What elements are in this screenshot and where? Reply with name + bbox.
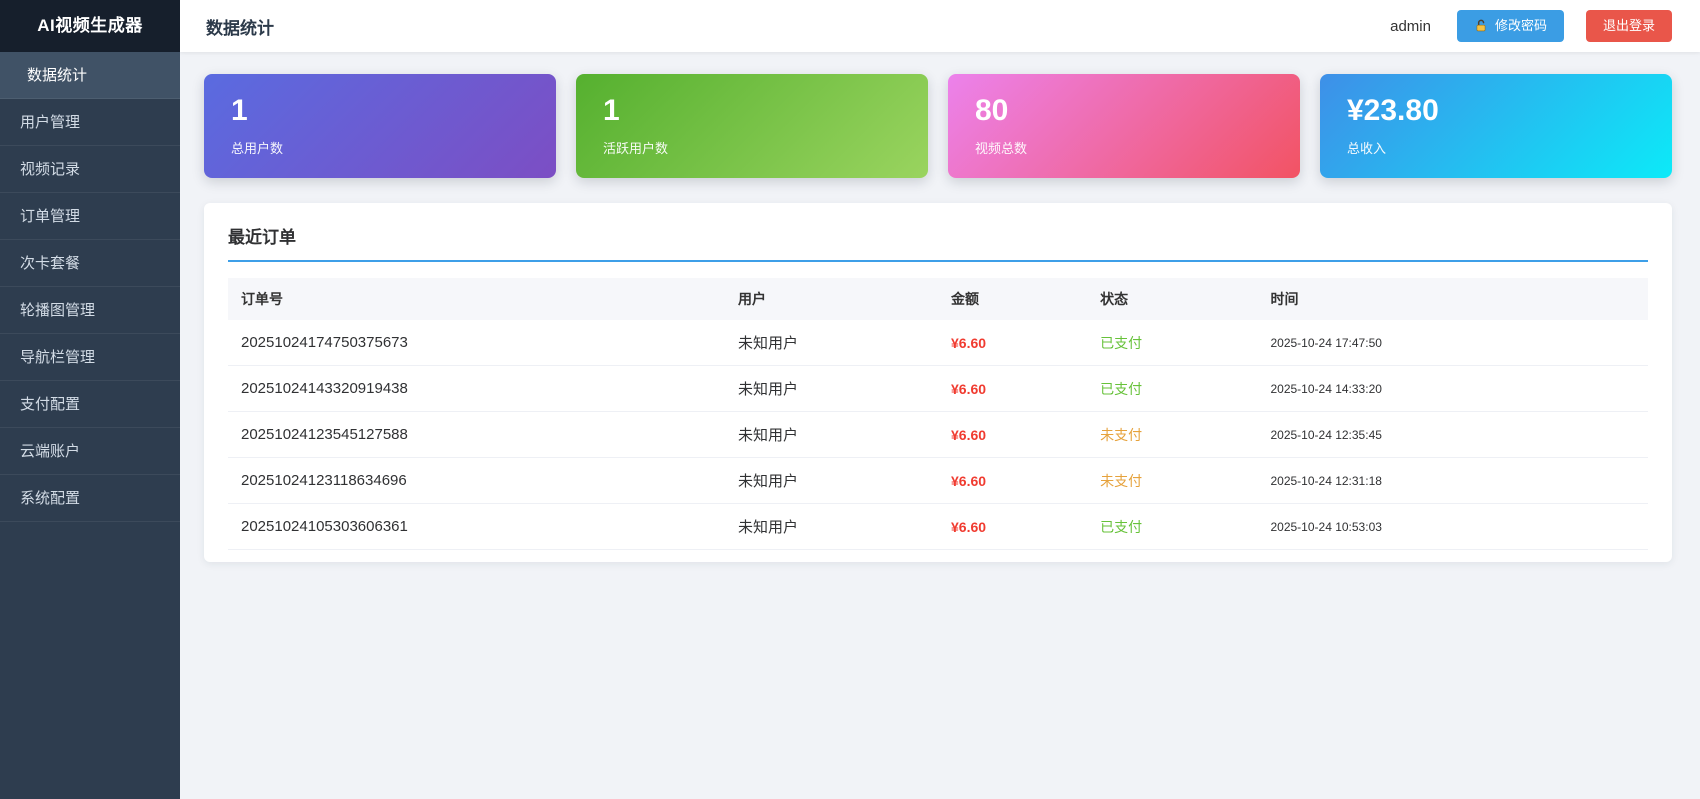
topbar: 数据统计 admin 修改密码 退出登录 (180, 0, 1700, 52)
cell-time: 2025-10-24 10:53:03 (1257, 504, 1648, 550)
table-row: 20251024123545127588未知用户¥6.60未支付2025-10-… (228, 412, 1648, 458)
cell-time: 2025-10-24 17:47:50 (1257, 320, 1648, 366)
app-logo: AI视频生成器 (0, 0, 180, 52)
cell-time: 2025-10-24 12:31:18 (1257, 458, 1648, 504)
cell-amount: ¥6.60 (938, 366, 1087, 412)
cell-amount: ¥6.60 (938, 412, 1087, 458)
lock-icon (1474, 19, 1488, 33)
stat-cards-row: 1 总用户数 1 活跃用户数 80 视频总数 ¥23.80 总收入 (204, 74, 1672, 178)
cell-order-no: 20251024123118634696 (228, 458, 725, 504)
cell-user: 未知用户 (725, 320, 938, 366)
recent-orders-title: 最近订单 (228, 223, 1648, 262)
topbar-right: admin 修改密码 退出登录 (1390, 10, 1672, 42)
sidebar-item-banners[interactable]: 轮播图管理 (0, 287, 180, 334)
username: admin (1390, 18, 1431, 35)
column-header-user: 用户 (725, 278, 938, 320)
logout-button[interactable]: 退出登录 (1586, 10, 1672, 42)
stat-card-total-users: 1 总用户数 (204, 74, 556, 178)
sidebar-item-navbar[interactable]: 导航栏管理 (0, 334, 180, 381)
cell-amount: ¥6.60 (938, 458, 1087, 504)
logout-label: 退出登录 (1603, 18, 1655, 34)
cell-order-no: 20251024143320919438 (228, 366, 725, 412)
table-row: 20251024105303606361未知用户¥6.60已支付2025-10-… (228, 504, 1648, 550)
cell-status: 已支付 (1087, 504, 1257, 550)
orders-table: 订单号 用户 金额 状态 时间 20251024174750375673未知用户… (228, 278, 1648, 550)
sidebar-item-card-packages[interactable]: 次卡套餐 (0, 240, 180, 287)
orders-table-wrap: 订单号 用户 金额 状态 时间 20251024174750375673未知用户… (228, 278, 1648, 550)
stat-value: 1 (603, 95, 901, 127)
cell-order-no: 20251024174750375673 (228, 320, 725, 366)
cell-time: 2025-10-24 12:35:45 (1257, 412, 1648, 458)
content: 1 总用户数 1 活跃用户数 80 视频总数 ¥23.80 总收入 最近订单 订单号 用户 金… (180, 52, 1700, 562)
cell-user: 未知用户 (725, 458, 938, 504)
sidebar-item-video-records[interactable]: 视频记录 (0, 146, 180, 193)
cell-status: 已支付 (1087, 320, 1257, 366)
stat-card-active-users: 1 活跃用户数 (576, 74, 928, 178)
cell-user: 未知用户 (725, 412, 938, 458)
stat-value: 80 (975, 95, 1273, 127)
sidebar-item-stats[interactable]: 数据统计 (0, 52, 180, 99)
cell-status: 未支付 (1087, 412, 1257, 458)
stat-label: 总收入 (1347, 138, 1645, 157)
sidebar-item-system-config[interactable]: 系统配置 (0, 475, 180, 522)
cell-status: 未支付 (1087, 458, 1257, 504)
cell-amount: ¥6.60 (938, 320, 1087, 366)
sidebar-item-orders[interactable]: 订单管理 (0, 193, 180, 240)
cell-user: 未知用户 (725, 504, 938, 550)
change-password-button[interactable]: 修改密码 (1457, 10, 1564, 42)
sidebar: AI视频生成器 数据统计用户管理视频记录订单管理次卡套餐轮播图管理导航栏管理支付… (0, 0, 180, 799)
main-area: 数据统计 admin 修改密码 退出登录 1 总用户数 1 活跃用户数 80 视频总数 ¥2… (180, 0, 1700, 799)
stat-card-total-revenue: ¥23.80 总收入 (1320, 74, 1672, 178)
column-header-order-no: 订单号 (228, 278, 725, 320)
stat-label: 视频总数 (975, 138, 1273, 157)
recent-orders-card: 最近订单 订单号 用户 金额 状态 时间 (204, 203, 1672, 562)
stat-card-total-videos: 80 视频总数 (948, 74, 1300, 178)
table-row: 20251024174750375673未知用户¥6.60已支付2025-10-… (228, 320, 1648, 366)
table-header-row: 订单号 用户 金额 状态 时间 (228, 278, 1648, 320)
sidebar-nav: 数据统计用户管理视频记录订单管理次卡套餐轮播图管理导航栏管理支付配置云端账户系统… (0, 52, 180, 522)
cell-status: 已支付 (1087, 366, 1257, 412)
sidebar-item-cloud-accounts[interactable]: 云端账户 (0, 428, 180, 475)
stat-value: ¥23.80 (1347, 95, 1645, 127)
column-header-time: 时间 (1257, 278, 1648, 320)
cell-amount: ¥6.60 (938, 504, 1087, 550)
sidebar-item-users[interactable]: 用户管理 (0, 99, 180, 146)
change-password-label: 修改密码 (1495, 18, 1547, 34)
page-title: 数据统计 (206, 14, 274, 39)
cell-user: 未知用户 (725, 366, 938, 412)
cell-order-no: 20251024105303606361 (228, 504, 725, 550)
table-row: 20251024143320919438未知用户¥6.60已支付2025-10-… (228, 366, 1648, 412)
stat-label: 总用户数 (231, 138, 529, 157)
stat-label: 活跃用户数 (603, 138, 901, 157)
column-header-amount: 金额 (938, 278, 1087, 320)
sidebar-item-payment-config[interactable]: 支付配置 (0, 381, 180, 428)
stat-value: 1 (231, 95, 529, 127)
column-header-status: 状态 (1087, 278, 1257, 320)
table-row: 20251024123118634696未知用户¥6.60未支付2025-10-… (228, 458, 1648, 504)
cell-time: 2025-10-24 14:33:20 (1257, 366, 1648, 412)
cell-order-no: 20251024123545127588 (228, 412, 725, 458)
